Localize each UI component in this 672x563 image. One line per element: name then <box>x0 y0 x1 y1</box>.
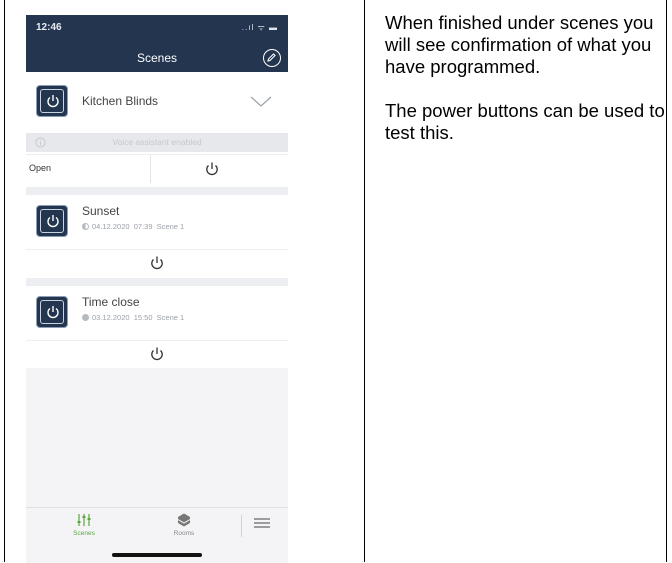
scene-power-tile[interactable] <box>36 296 68 328</box>
open-action[interactable]: Open <box>29 163 51 173</box>
status-time: 12:46 <box>36 22 62 33</box>
scene-card: Time close 03.12.2020 15:50 Scene 1 <box>26 286 288 368</box>
tab-rooms[interactable]: Rooms <box>164 512 204 537</box>
home-indicator <box>112 553 202 557</box>
scene-name: Time close <box>82 295 140 309</box>
tab-bar: Scenes Rooms <box>26 507 288 548</box>
device-name: Kitchen Blinds <box>82 94 159 108</box>
scene-card: Sunset 04.12.2020 07:39 Scene 1 <box>26 195 288 278</box>
scene-meta: 03.12.2020 15:50 Scene 1 <box>82 313 184 322</box>
voice-assistant-banner: Voice assistant enabled <box>26 133 288 152</box>
tab-separator <box>241 515 242 537</box>
section-spacer <box>26 278 288 286</box>
clock-icon <box>82 314 89 321</box>
nav-bar: Scenes <box>26 45 288 72</box>
device-card: Kitchen Blinds Voice assistant enabled O… <box>26 72 288 187</box>
section-spacer <box>26 187 288 195</box>
device-action-row: Open <box>26 154 288 183</box>
system-icons: ..ıl ᯤ ▬ <box>241 23 278 32</box>
tab-scenes-label: Scenes <box>73 530 95 537</box>
scene-power-row <box>26 249 288 276</box>
rooms-icon <box>177 513 191 527</box>
power-icon <box>47 95 59 108</box>
status-bar: 12:46 ..ıl ᯤ ▬ <box>26 15 288 45</box>
menu-icon <box>254 518 270 528</box>
device-power-tile[interactable] <box>36 85 68 117</box>
page-title: Scenes <box>136 51 178 65</box>
action-separator <box>150 155 151 183</box>
scene-power-tile[interactable] <box>36 205 68 237</box>
power-icon <box>47 215 59 228</box>
tab-menu[interactable] <box>250 516 274 532</box>
scene-name: Sunset <box>82 204 120 218</box>
instruction-paragraph-2: The power buttons can be used to test th… <box>385 100 665 143</box>
instruction-paragraph-1: When finished under scenes you will see … <box>385 12 654 77</box>
power-icon[interactable] <box>149 346 165 362</box>
column-divider <box>364 0 365 562</box>
power-icon[interactable] <box>149 255 165 271</box>
phone-screenshot: 12:46 ..ıl ᯤ ▬ Scenes Kitchen Blinds Voi… <box>26 15 288 563</box>
tab-scenes[interactable]: Scenes <box>64 512 104 537</box>
voice-assistant-text: Voice assistant enabled <box>112 137 202 147</box>
edit-button[interactable] <box>263 49 281 67</box>
scene-power-row <box>26 340 288 367</box>
half-moon-icon <box>82 223 89 230</box>
pencil-icon <box>267 53 276 62</box>
chevron-down-icon[interactable] <box>250 96 272 108</box>
sliders-icon <box>77 514 91 526</box>
power-icon <box>47 306 59 319</box>
scene-meta: 04.12.2020 07:39 Scene 1 <box>82 222 184 231</box>
instruction-text: When finished under scenes you will see … <box>385 12 665 166</box>
power-icon[interactable] <box>204 161 220 177</box>
tab-rooms-label: Rooms <box>173 530 195 537</box>
